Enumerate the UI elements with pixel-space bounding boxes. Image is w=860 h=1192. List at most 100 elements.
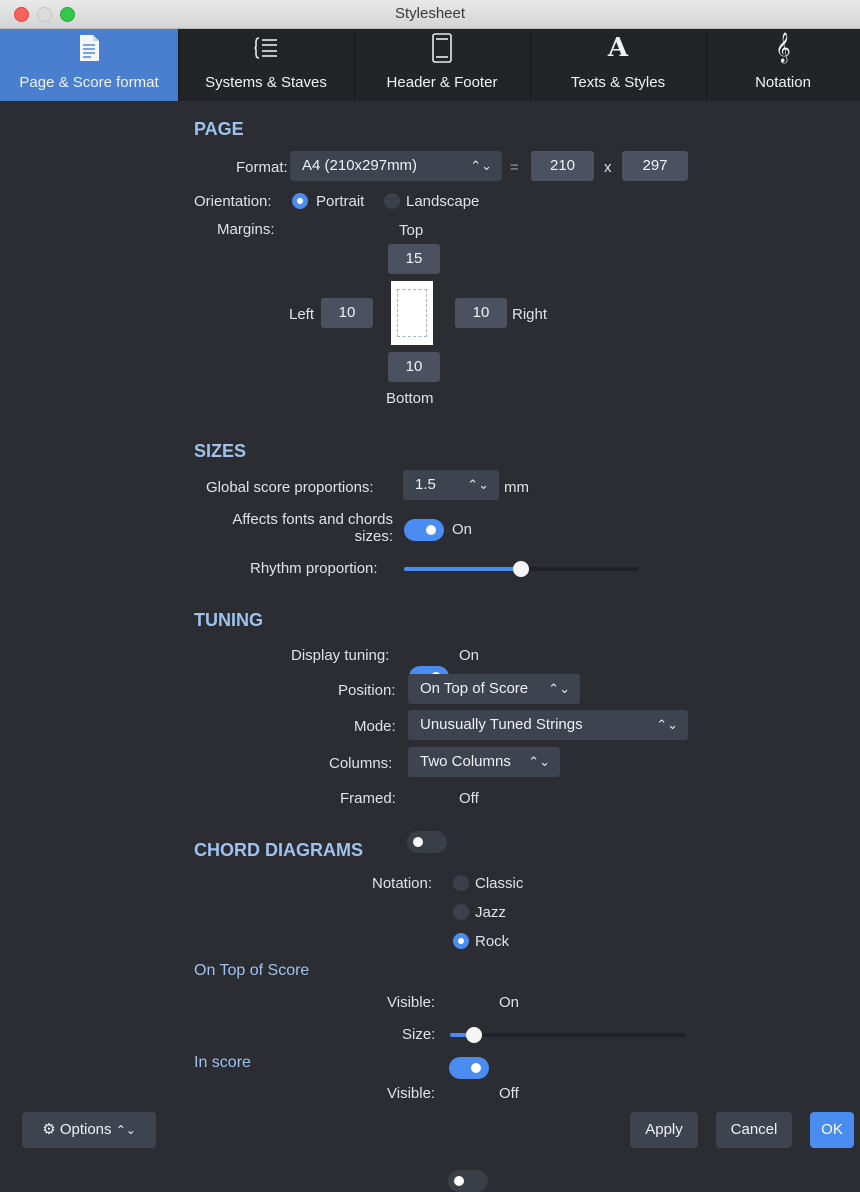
affects-fonts-state: On (452, 521, 473, 538)
cancel-button[interactable]: Cancel (716, 1112, 792, 1148)
top-visible-state: On (499, 994, 520, 1011)
top-visible-label: Visible: (387, 994, 436, 1011)
global-proportions-unit: mm (504, 479, 529, 496)
slider-knob[interactable] (466, 1027, 482, 1043)
mode-value: Unusually Tuned Strings (420, 716, 583, 733)
chevron-updown-icon: ⌃⌄ (470, 158, 492, 173)
inscore-visible-toggle[interactable] (448, 1170, 488, 1192)
affects-fonts-label: Affects fonts and chords sizes: (232, 511, 393, 545)
stylesheet-tabs: Page & Score format Systems & Staves Hea… (0, 29, 860, 101)
mode-select[interactable]: Unusually Tuned Strings ⌃⌄ (408, 710, 688, 740)
margin-right-label: Right (512, 306, 548, 323)
tab-label: Texts & Styles (570, 74, 666, 91)
framed-label: Framed: (340, 790, 396, 807)
window-title: Stylesheet (394, 5, 466, 22)
dialog-footer: ⚙ Options ⌃⌄ Apply Cancel OK (0, 1112, 860, 1148)
margin-left-input[interactable]: 10 (321, 298, 373, 328)
margin-top-input[interactable]: 15 (388, 244, 440, 274)
tab-systems-staves[interactable]: Systems & Staves (178, 29, 355, 101)
tab-label: Systems & Staves (205, 74, 327, 91)
header-footer-icon (354, 33, 530, 63)
title-bar: Stylesheet (0, 0, 860, 29)
margin-bottom-label: Bottom (386, 390, 434, 407)
format-select[interactable]: A4 (210x297mm) ⌃⌄ (290, 151, 502, 181)
inscore-visible-state: Off (499, 1085, 519, 1102)
margins-label: Margins: (217, 221, 275, 238)
chevron-updown-icon: ⌃⌄ (528, 754, 550, 769)
in-score-heading: In score (194, 1054, 251, 1071)
position-value: On Top of Score (420, 680, 529, 697)
tab-label: Notation (755, 74, 811, 91)
chevron-updown-icon: ⌃⌄ (467, 477, 489, 492)
stylesheet-content: PAGE Format: A4 (210x297mm) ⌃⌄ = 210 x 2… (0, 101, 860, 1192)
top-size-slider[interactable] (450, 1027, 686, 1043)
inscore-visible-label: Visible: (387, 1085, 436, 1102)
rhythm-proportion-label: Rhythm proportion: (250, 560, 378, 577)
systems-icon (178, 33, 354, 63)
options-popup-button[interactable]: ⚙ Options ⌃⌄ (22, 1112, 156, 1148)
display-tuning-state: On (459, 647, 480, 664)
page-width-input[interactable]: 210 (531, 151, 594, 181)
notation-jazz-radio[interactable] (453, 904, 469, 920)
options-label: Options (59, 1121, 112, 1138)
margin-right-input[interactable]: 10 (455, 298, 507, 328)
notation-rock-label: Rock (475, 933, 510, 950)
display-tuning-label: Display tuning: (291, 647, 390, 664)
rhythm-proportion-slider[interactable] (404, 561, 638, 577)
times-sign: x (604, 159, 612, 176)
framed-toggle[interactable] (407, 831, 447, 853)
global-proportions-label: Global score proportions: (206, 479, 374, 496)
ok-button[interactable]: OK (810, 1112, 854, 1148)
tab-notation[interactable]: 𝄞 Notation (706, 29, 860, 101)
portrait-label: Portrait (316, 193, 365, 210)
global-proportions-value: 1.5 (415, 476, 436, 493)
equals-sign: = (510, 159, 519, 176)
columns-select[interactable]: Two Columns ⌃⌄ (408, 747, 560, 777)
page-icon (0, 33, 178, 63)
mode-label: Mode: (354, 718, 396, 735)
format-value: A4 (210x297mm) (302, 157, 418, 174)
section-chord-diagrams-heading: CHORD DIAGRAMS (194, 840, 363, 860)
framed-state: Off (459, 790, 479, 807)
margin-left-label: Left (289, 306, 315, 323)
orientation-label: Orientation: (194, 193, 272, 210)
landscape-radio[interactable] (384, 193, 400, 209)
tab-page-score-format[interactable]: Page & Score format (0, 29, 179, 101)
columns-value: Two Columns (420, 753, 511, 770)
slider-knob[interactable] (513, 561, 529, 577)
chord-notation-label: Notation: (372, 875, 433, 892)
notation-classic-label: Classic (475, 875, 524, 892)
portrait-radio[interactable] (292, 193, 308, 209)
position-label: Position: (338, 682, 396, 699)
position-select[interactable]: On Top of Score ⌃⌄ (408, 674, 580, 704)
margin-top-label: Top (399, 222, 424, 239)
notation-classic-radio[interactable] (453, 875, 469, 891)
margin-bottom-input[interactable]: 10 (388, 352, 440, 382)
section-sizes-heading: SIZES (194, 441, 247, 461)
treble-clef-icon: 𝄞 (775, 32, 791, 63)
landscape-label: Landscape (406, 193, 480, 210)
section-tuning-heading: TUNING (194, 610, 263, 630)
notation-jazz-label: Jazz (475, 904, 506, 921)
format-label: Format: (236, 159, 288, 176)
tab-header-footer[interactable]: Header & Footer (354, 29, 531, 101)
on-top-of-score-heading: On Top of Score (194, 962, 310, 979)
page-height-input[interactable]: 297 (622, 151, 688, 181)
notation-rock-radio[interactable] (453, 933, 469, 949)
slider-fill (404, 567, 521, 571)
tab-texts-styles[interactable]: A Texts & Styles (530, 29, 707, 101)
affects-fonts-toggle[interactable] (404, 519, 444, 541)
global-proportions-select[interactable]: 1.5 ⌃⌄ (403, 470, 499, 500)
gear-icon: ⚙ (42, 1121, 56, 1138)
chevron-updown-icon: ⌃⌄ (548, 681, 570, 696)
chevron-updown-icon: ⌃⌄ (656, 717, 678, 732)
top-visible-toggle[interactable] (449, 1057, 489, 1079)
top-size-label: Size: (402, 1026, 436, 1043)
text-a-icon: A (607, 33, 629, 63)
apply-button[interactable]: Apply (630, 1112, 698, 1148)
section-page-heading: PAGE (194, 119, 244, 139)
tab-label: Page & Score format (19, 74, 159, 91)
tab-label: Header & Footer (386, 74, 498, 91)
page-preview (391, 281, 433, 345)
columns-label: Columns: (329, 755, 393, 772)
